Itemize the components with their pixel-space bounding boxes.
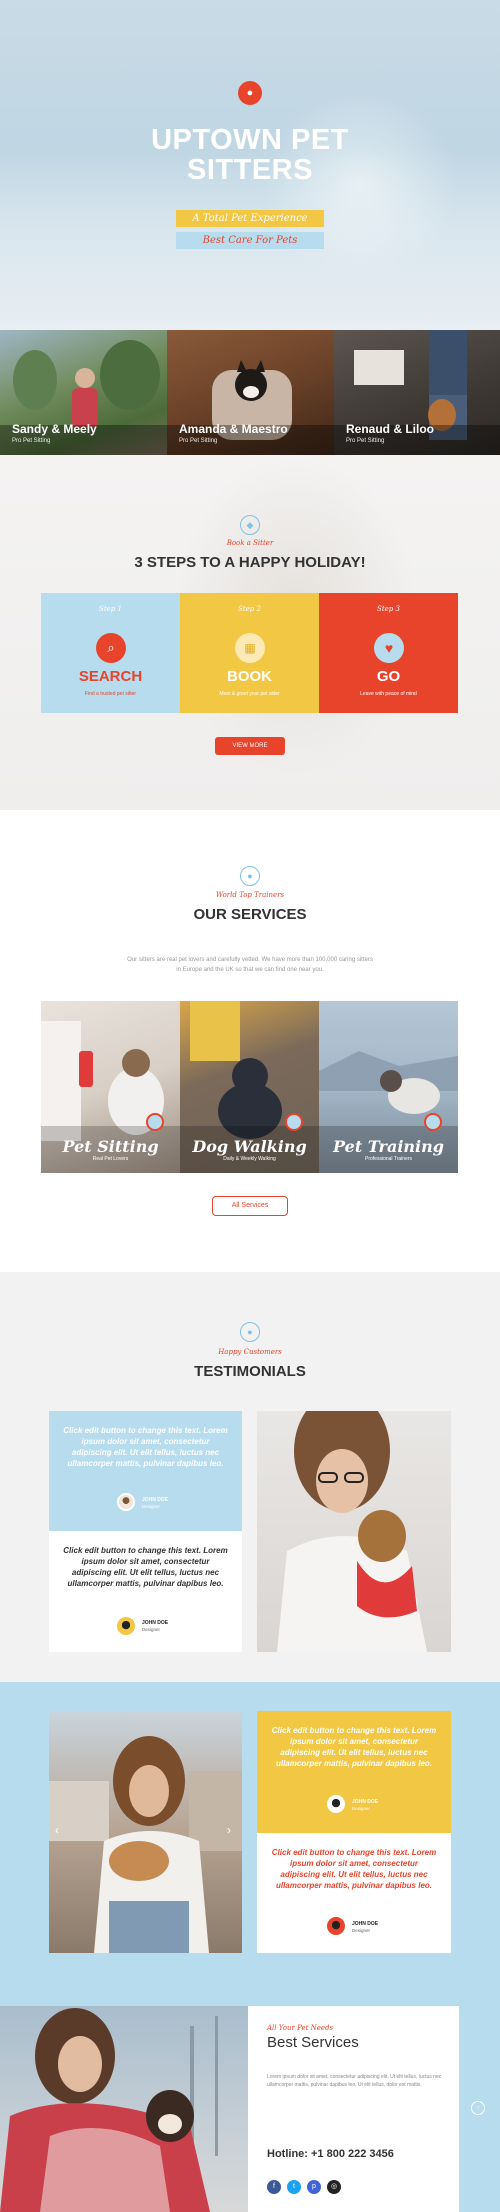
book-badge-icon: ◆ — [240, 515, 260, 535]
step-label: Step 3 — [377, 605, 400, 613]
testimonial-role: Designer — [142, 1627, 161, 1632]
slider-photo: ‹ › — [49, 1711, 242, 1953]
hero-title-line2: SITTERS — [187, 154, 313, 186]
search-icon: ⌕ — [96, 633, 126, 663]
avatar — [117, 1493, 135, 1511]
pet-name: Renaud & Liloo — [346, 422, 434, 436]
service-pet-sitting[interactable]: Pet Sitting Real Pet Lovers — [41, 1001, 180, 1173]
hero-tag-experience: A Total Pet Experience — [176, 210, 324, 227]
service-sub: Daily & Weekly Walking — [223, 1156, 276, 1162]
services-script: World Top Trainers — [215, 891, 285, 899]
step-title: GO — [376, 668, 401, 685]
contact-script: All Your Pet Needs — [267, 2024, 334, 2032]
testimonials-title: TESTIMONIALS — [194, 1363, 306, 1380]
testimonial-role: Designer — [352, 1928, 371, 1933]
woman-with-dog-blanket-photo — [0, 2008, 218, 2212]
testimonial-quote: Click edit button to change this text. L… — [271, 1726, 437, 1768]
step-label: Step 1 — [99, 605, 122, 613]
paw-icon — [424, 1113, 442, 1131]
step-book[interactable]: Step 2 ▦ BOOK Meet & greet your pet sitt… — [180, 593, 319, 713]
testimonial-photo-woman — [257, 1411, 451, 1652]
pinterest-icon[interactable]: p — [307, 2180, 321, 2194]
heart-icon: ♥ — [374, 633, 404, 663]
hotline: Hotline: +1 800 222 3456 — [267, 2148, 394, 2160]
paw-icon — [285, 1113, 303, 1131]
step-label: Step 2 — [238, 605, 261, 613]
testimonial-name: JOHN DOE — [352, 1921, 379, 1927]
service-sub: Real Pet Lovers — [92, 1156, 129, 1162]
step-desc: Find a trusted pet sitter — [84, 691, 137, 697]
girl-with-puppy-photo — [49, 1736, 242, 1953]
service-title: Pet Sitting — [62, 1137, 159, 1156]
contact-text: Lorem ipsum dolor sit amet, consectetur … — [267, 2074, 442, 2088]
testimonial-role: Designer — [142, 1504, 161, 1509]
contact-title: Best Services — [267, 2034, 359, 2051]
calendar-icon: ▦ — [235, 633, 265, 663]
customers-badge-icon: ● — [240, 1322, 260, 1342]
view-more-button[interactable]: VIEW MORE — [215, 737, 285, 755]
service-title: Pet Training — [333, 1137, 444, 1156]
services-title: OUR SERVICES — [193, 906, 307, 923]
step-title: BOOK — [227, 668, 272, 685]
twitter-icon[interactable]: t — [287, 2180, 301, 2194]
pet-card-renaud[interactable]: Renaud & Liloo Pro Pet Sitting — [334, 330, 500, 455]
pet-card-amanda[interactable]: Amanda & Maestro Pro Pet Sitting — [167, 330, 334, 455]
testimonial-name: JOHN DOE — [142, 1497, 169, 1503]
step-desc: Meet & greet your pet sitter — [219, 691, 280, 697]
testimonial-quote: Click edit button to change this text. L… — [271, 1848, 437, 1890]
pet-sub: Pro Pet Sitting — [179, 438, 218, 444]
testimonial-name: JOHN DOE — [352, 1799, 379, 1805]
pet-name: Sandy & Meely — [12, 422, 97, 436]
step-search[interactable]: Step 1 ⌕ SEARCH Find a trusted pet sitte… — [41, 593, 180, 713]
pet-photo-renaud — [334, 330, 500, 455]
steps-title: 3 STEPS TO A HAPPY HOLIDAY! — [134, 554, 366, 571]
service-dog-walking[interactable]: Dog Walking Daily & Weekly Walking — [180, 1001, 319, 1173]
paw-icon — [146, 1113, 164, 1131]
step-desc: Leave with peace of mind — [360, 691, 417, 697]
avatar — [327, 1917, 345, 1935]
instagram-icon[interactable]: ◎ — [327, 2180, 341, 2194]
pet-sub: Pro Pet Sitting — [346, 438, 385, 444]
service-pet-training[interactable]: Pet Training Professional Trainers — [319, 1001, 458, 1173]
pet-photo-amanda — [167, 360, 334, 455]
hero-title-line1: UPTOWN PET — [151, 124, 349, 156]
pet-card-sandy[interactable]: Sandy & Meely Pro Pet Sitting — [0, 330, 167, 455]
paw-logo-icon: ● — [238, 81, 262, 105]
pet-name: Amanda & Maestro — [179, 422, 288, 436]
contact-photo — [0, 2006, 248, 2212]
slider-next-arrow-icon[interactable]: › — [227, 1823, 231, 1837]
pet-sub: Pro Pet Sitting — [12, 438, 51, 444]
all-services-button[interactable]: All Services — [212, 1196, 288, 1216]
avatar — [327, 1795, 345, 1813]
avatar — [117, 1617, 135, 1635]
testimonial-quote: Click edit button to change this text. L… — [63, 1426, 228, 1468]
service-title: Dog Walking — [192, 1137, 307, 1156]
services-badge-icon: ● — [240, 866, 260, 886]
services-intro: Our sitters are real pet lovers and care… — [127, 957, 373, 973]
steps-script: Book a Sitter — [226, 539, 274, 547]
woman-with-dog-photo — [277, 1411, 427, 1652]
testimonial-quote: Click edit button to change this text. L… — [63, 1546, 228, 1588]
pet-photo-sandy — [0, 340, 167, 455]
testimonials-script: Happy Customers — [218, 1348, 282, 1356]
service-sub: Professional Trainers — [365, 1156, 412, 1162]
scroll-top-icon[interactable]: ↑ — [471, 2101, 485, 2115]
facebook-icon[interactable]: f — [267, 2180, 281, 2194]
slider-prev-arrow-icon[interactable]: ‹ — [55, 1823, 59, 1837]
step-go[interactable]: Step 3 ♥ GO Leave with peace of mind — [319, 593, 458, 713]
step-title: SEARCH — [78, 668, 143, 685]
hero-tag-care: Best Care For Pets — [176, 232, 324, 249]
testimonial-role: Designer — [352, 1806, 371, 1811]
testimonial-name: JOHN DOE — [142, 1620, 169, 1626]
